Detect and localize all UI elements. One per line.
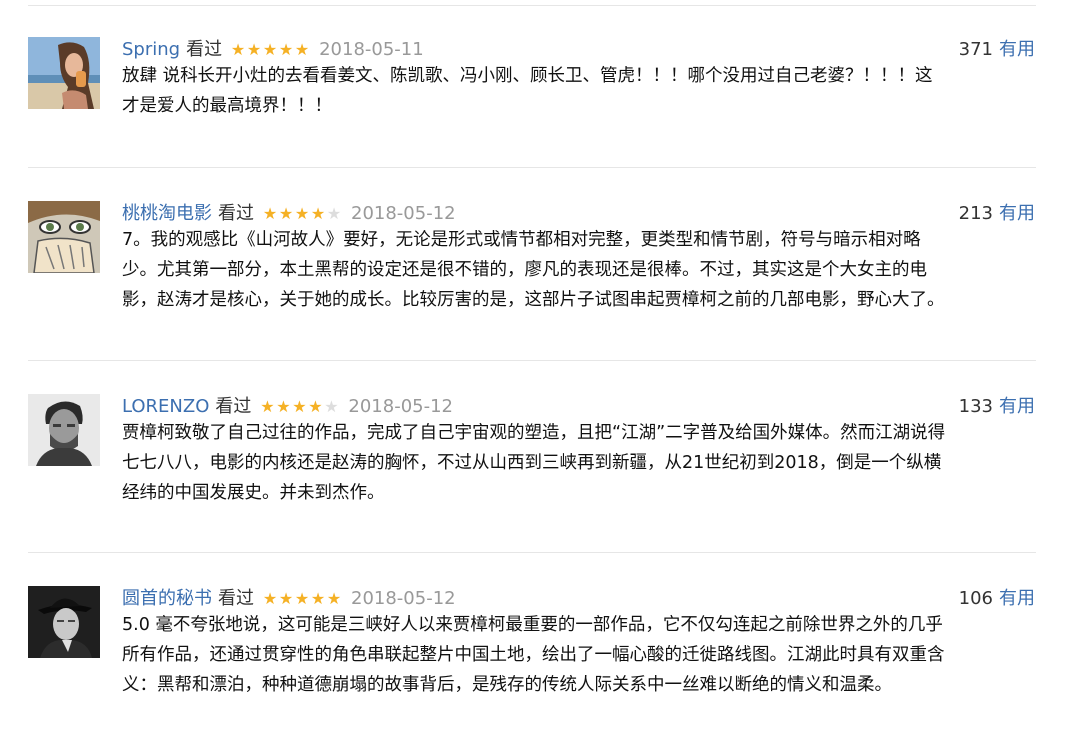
star-icon: ★: [260, 397, 275, 416]
comment-meta: Spring 看过 ★ ★ ★ ★ ★ 2018-05-11: [122, 37, 424, 63]
comment-text-line: 少。尤其第一部分，本土黑帮的设定还是很不错的，廖凡的表现还是很棒。不过，其实这是…: [122, 260, 927, 280]
star-icon: ★: [294, 589, 310, 608]
star-icon: ★: [292, 397, 307, 416]
comment-text-line: 贾樟柯致敬了自己过往的作品，完成了自己宇宙观的塑造，且把“江湖”二字普及给国外媒…: [122, 423, 946, 443]
comment-text-line: 才是爱人的最高境界！！！: [122, 96, 332, 116]
comment-date: 2018-05-12: [351, 203, 456, 224]
useful-button[interactable]: 有用: [999, 396, 1035, 417]
comment-text: 5.0 毫不夸张地说，这可能是三峡好人以来贾樟柯最重要的一部作品，它不仅勾连起之…: [122, 610, 1034, 700]
star-icon: ★: [310, 204, 326, 223]
rating-stars: ★ ★ ★ ★ ★: [230, 42, 310, 58]
star-icon: ★: [294, 204, 310, 223]
divider: [28, 552, 1036, 553]
watch-status: 看过: [186, 39, 223, 60]
comment-text-line: 放肆 说科长开小灶的去看看姜文、陈凯歌、冯小刚、顾长卫、管虎！！！哪个没用过自己…: [122, 66, 933, 86]
comment-text-line: 7。我的观感比《山河故人》要好，无论是形式或情节都相对完整，更类型和情节剧，符号…: [122, 230, 921, 250]
divider: [28, 360, 1036, 361]
comment-text-line: 经纬的中国发展史。并未到杰作。: [122, 483, 385, 503]
man-portrait-icon[interactable]: [28, 394, 100, 466]
star-icon: ★: [324, 397, 339, 416]
vote-count: 371: [958, 39, 993, 60]
hat-man-portrait-icon[interactable]: [28, 586, 100, 658]
vote-area: 371 有用: [959, 37, 1035, 63]
username-link[interactable]: LORENZO: [122, 394, 209, 420]
watch-status: 看过: [218, 203, 254, 224]
woman-portrait-icon[interactable]: [28, 37, 100, 109]
comment-date: 2018-05-12: [348, 396, 454, 417]
vote-count: 133: [958, 396, 993, 417]
star-icon: ★: [262, 589, 278, 608]
comment-meta: 桃桃淘电影 看过 ★ ★ ★ ★ ★ 2018-05-12: [122, 201, 456, 227]
star-icon: ★: [310, 589, 326, 608]
comment-text-line: 义：黑帮和漂泊，种种道德崩塌的故事背后，是残存的传统人际关系中一丝难以断绝的情义…: [122, 675, 892, 695]
comment-text: 贾樟柯致敬了自己过往的作品，完成了自己宇宙观的塑造，且把“江湖”二字普及给国外媒…: [122, 418, 1034, 508]
watch-status: 看过: [218, 588, 254, 609]
rating-stars: ★ ★ ★ ★ ★: [262, 591, 342, 607]
rating-stars: ★ ★ ★ ★ ★: [262, 206, 342, 222]
star-icon: ★: [294, 40, 310, 59]
vote-count: 106: [958, 588, 993, 609]
comment-text-line: 5.0 毫不夸张地说，这可能是三峡好人以来贾樟柯最重要的一部作品，它不仅勾连起之…: [122, 615, 943, 635]
username-link[interactable]: 圆首的秘书: [122, 586, 212, 612]
star-icon: ★: [262, 204, 278, 223]
comment-text-line: 影，赵涛才是核心，关于她的成长。比较厉害的是，这部片子试图串起贾樟柯之前的几部电…: [122, 290, 945, 310]
username-link[interactable]: Spring: [122, 37, 180, 63]
username-link[interactable]: 桃桃淘电影: [122, 201, 212, 227]
divider: [28, 167, 1036, 168]
vote-area: 133 有用: [959, 394, 1035, 420]
useful-button[interactable]: 有用: [999, 39, 1035, 60]
watch-status: 看过: [215, 396, 252, 417]
useful-button[interactable]: 有用: [999, 203, 1035, 224]
star-icon: ★: [308, 397, 323, 416]
star-icon: ★: [262, 40, 278, 59]
comment-text-line: 七七八八，电影的内核还是赵涛的胸怀，不过从山西到三峡再到新疆，从21世纪初到20…: [122, 453, 942, 473]
star-icon: ★: [278, 589, 294, 608]
star-icon: ★: [278, 204, 294, 223]
comment-meta: 圆首的秘书 看过 ★ ★ ★ ★ ★ 2018-05-12: [122, 586, 456, 612]
star-icon: ★: [326, 204, 342, 223]
divider-top: [28, 5, 1036, 6]
comment-text-line: 所有作品，还通过贯穿性的角色串联起整片中国土地，绘出了一幅心酸的迁徙路线图。江湖…: [122, 645, 945, 665]
comment-date: 2018-05-12: [351, 588, 456, 609]
star-icon: ★: [276, 397, 291, 416]
anime-face-icon[interactable]: [28, 201, 100, 273]
vote-area: 213 有用: [959, 201, 1035, 227]
comment-meta: LORENZO 看过 ★ ★ ★ ★ ★ 2018-05-12: [122, 394, 453, 420]
star-icon: ★: [326, 589, 342, 608]
useful-button[interactable]: 有用: [999, 588, 1035, 609]
comment-text: 放肆 说科长开小灶的去看看姜文、陈凯歌、冯小刚、顾长卫、管虎！！！哪个没用过自己…: [122, 61, 1034, 121]
star-icon: ★: [278, 40, 294, 59]
comment-date: 2018-05-11: [319, 39, 424, 60]
star-icon: ★: [246, 40, 262, 59]
rating-stars: ★ ★ ★ ★ ★: [259, 399, 339, 415]
star-icon: ★: [230, 40, 246, 59]
vote-area: 106 有用: [959, 586, 1035, 612]
comment-text: 7。我的观感比《山河故人》要好，无论是形式或情节都相对完整，更类型和情节剧，符号…: [122, 225, 1034, 315]
vote-count: 213: [958, 203, 993, 224]
